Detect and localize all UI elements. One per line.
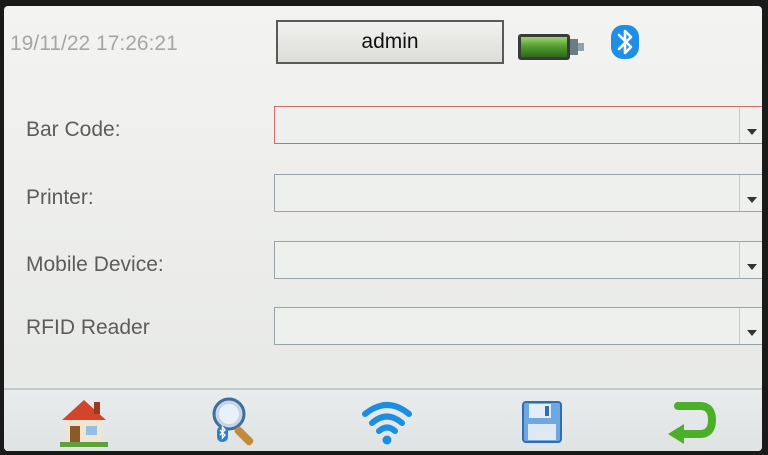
save-icon[interactable] [514,396,570,448]
chevron-down-icon [746,129,757,135]
back-icon[interactable] [664,396,720,448]
home-icon[interactable] [56,396,112,448]
user-button[interactable]: admin [276,20,504,64]
mobile-device-label: Mobile Device: [26,253,164,276]
mobile-device-select[interactable] [274,241,762,279]
mobile-device-dropdown-arrow[interactable] [739,242,762,278]
device-screen: 19/11/22 17:26:21 admin Bar Code: Printe… [4,6,762,451]
rfid-reader-label: RFID Reader [26,316,150,339]
barcode-dropdown-arrow[interactable] [739,107,762,143]
wifi-icon[interactable] [359,396,415,448]
bottom-toolbar [4,388,762,451]
rfid-reader-select[interactable] [274,307,762,345]
datetime-display: 19/11/22 17:26:21 [10,32,178,55]
printer-select[interactable] [274,174,762,212]
rfid-reader-dropdown-arrow[interactable] [739,308,762,344]
printer-dropdown-arrow[interactable] [739,175,762,211]
battery-icon [518,34,584,60]
chevron-down-icon [746,197,757,203]
bluetooth-icon [611,25,639,59]
printer-label: Printer: [26,186,94,209]
barcode-label: Bar Code: [26,118,121,141]
chevron-down-icon [746,264,757,270]
barcode-select[interactable] [274,106,762,144]
chevron-down-icon [746,330,757,336]
bluetooth-search-icon[interactable] [209,396,265,448]
user-name: admin [361,30,419,53]
